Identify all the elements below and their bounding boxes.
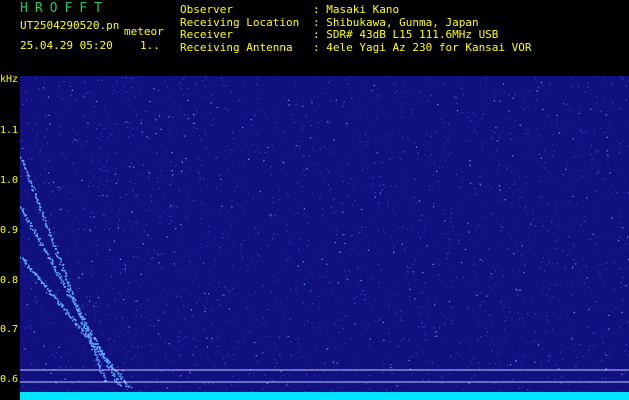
- y-tick: 0.6: [0, 374, 19, 385]
- receiver-label: Receiver: [180, 28, 233, 41]
- metadata-labels: Observer Receiving Location Receiver Rec…: [180, 3, 299, 54]
- y-axis-ticks: 1.1 1.0 0.9 0.8 0.7 0.6: [0, 0, 20, 400]
- antenna-label: Receiving Antenna: [180, 40, 293, 54]
- noise-field: [20, 76, 629, 394]
- meteor-traces: [20, 156, 133, 389]
- observer-value: : Masaki Kano: [313, 3, 400, 16]
- header-panel: HROFFT UT2504290520.pn meteor 25.04.29 0…: [0, 0, 629, 76]
- metadata-values: : Masaki Kano : Shibukawa, Gunma, Japan …: [313, 3, 532, 54]
- timestamp: 25.04.29 05:20: [20, 39, 113, 52]
- file-mode: meteor: [124, 25, 164, 38]
- y-tick: 0.7: [0, 324, 19, 335]
- y-tick: 0.9: [0, 225, 19, 236]
- file-name: UT2504290520.pn: [20, 19, 120, 32]
- y-tick: 0.8: [0, 275, 19, 286]
- receiver-value: : SDR# 43dB L15 111.6MHz USB: [313, 28, 499, 41]
- antenna-value: : 4ele Yagi Az 230 for Kansai VOR: [313, 40, 532, 54]
- observer-label: Observer: [180, 3, 233, 16]
- y-tick: 1.0: [0, 175, 19, 186]
- scale-indicator: 1..: [140, 39, 160, 52]
- baseline-band: [20, 392, 629, 400]
- y-tick: 1.1: [0, 125, 19, 136]
- spectrogram-canvas: [20, 76, 629, 400]
- spectrogram-plot: [20, 76, 629, 400]
- app-title: HROFFT: [20, 1, 109, 16]
